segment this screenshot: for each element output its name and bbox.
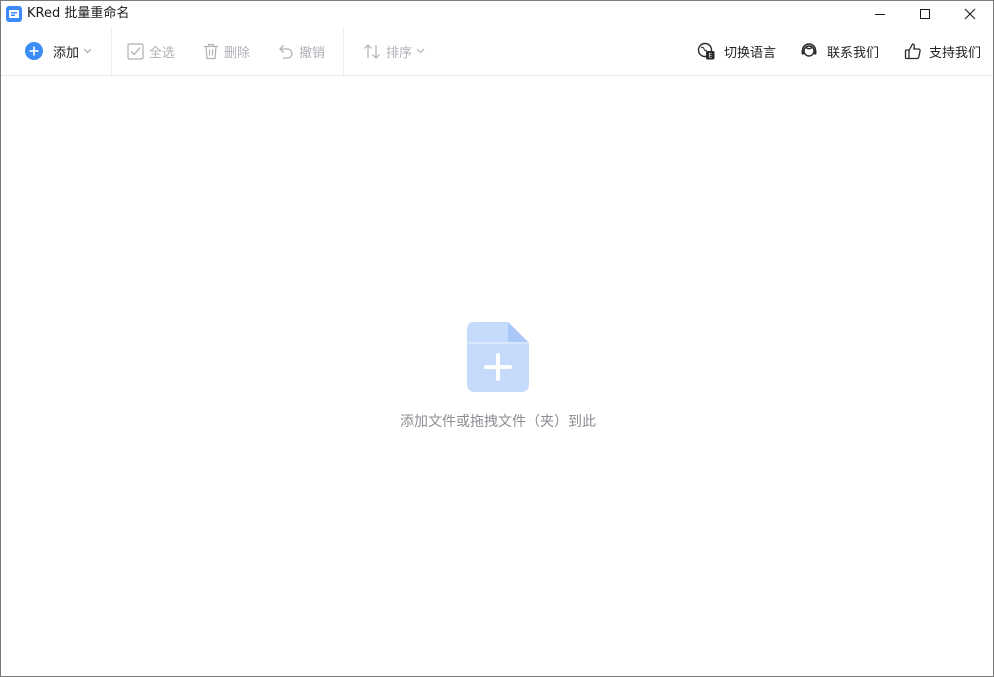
undo-button[interactable]: 撤销 [277, 27, 325, 75]
checkbox-icon [127, 42, 144, 60]
contact-us-button[interactable]: 联系我们 [800, 27, 879, 75]
close-icon [964, 8, 976, 20]
select-all-label: 全选 [149, 45, 176, 61]
maximize-button[interactable] [902, 1, 948, 27]
undo-icon [277, 43, 294, 60]
window-title: KRed 批量重命名 [27, 6, 130, 21]
support-us-button[interactable]: 支持我们 [904, 27, 981, 75]
svg-text:E: E [708, 53, 712, 60]
thumbs-up-icon [904, 42, 922, 60]
add-file-icon[interactable] [466, 321, 530, 393]
select-all-button[interactable]: 全选 [127, 27, 175, 75]
sort-button[interactable]: 排序 [363, 27, 425, 75]
plus-circle-icon [24, 41, 44, 61]
support-us-label: 支持我们 [929, 45, 982, 61]
add-button[interactable]: 添加 [24, 27, 92, 75]
close-button[interactable] [947, 1, 993, 27]
sort-label: 排序 [386, 45, 413, 61]
customer-service-icon [800, 42, 818, 60]
delete-button[interactable]: 删除 [203, 27, 250, 75]
chevron-down-icon [416, 48, 425, 54]
title-bar[interactable]: KRed 批量重命名 [1, 1, 993, 27]
minimize-button[interactable] [857, 1, 903, 27]
trash-icon [203, 43, 219, 60]
delete-label: 删除 [224, 45, 251, 61]
app-window: KRed 批量重命名 添加 全选 删除 撤销 排序 E 切换语言 联系我们 支持… [0, 0, 994, 677]
undo-label: 撤销 [299, 45, 326, 61]
chevron-down-icon [83, 48, 92, 54]
add-label: 添加 [53, 45, 80, 61]
sort-arrows-icon [363, 43, 381, 60]
language-globe-icon: E [697, 42, 715, 60]
toolbar-divider [343, 27, 344, 75]
contact-us-label: 联系我们 [827, 45, 880, 61]
minimize-icon [875, 14, 885, 15]
maximize-icon [920, 9, 930, 19]
app-logo-icon [6, 6, 22, 22]
switch-language-label: 切换语言 [724, 45, 777, 61]
switch-language-button[interactable]: E 切换语言 [697, 27, 776, 75]
toolbar: 添加 全选 删除 撤销 排序 E 切换语言 联系我们 支持我们 [1, 27, 993, 76]
toolbar-divider [111, 27, 112, 75]
drop-zone-hint: 添加文件或拖拽文件（夹）到此 [400, 414, 596, 430]
